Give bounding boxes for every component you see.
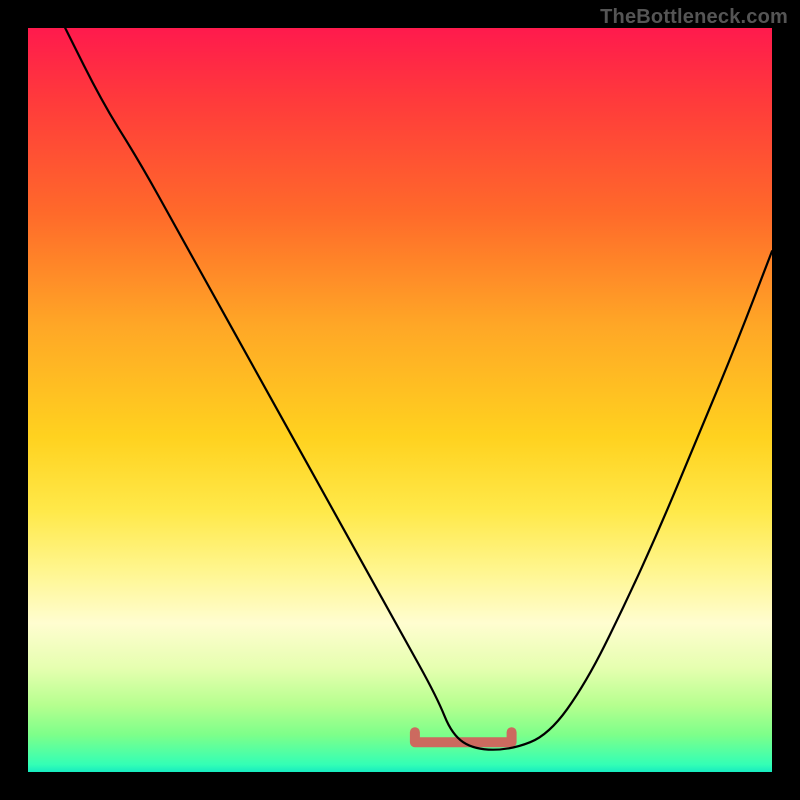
bottleneck-curve	[65, 28, 772, 750]
chart-frame: TheBottleneck.com	[0, 0, 800, 800]
curve-svg	[28, 28, 772, 772]
plot-area	[28, 28, 772, 772]
watermark-text: TheBottleneck.com	[600, 6, 788, 29]
optimal-region-marker	[415, 732, 512, 742]
